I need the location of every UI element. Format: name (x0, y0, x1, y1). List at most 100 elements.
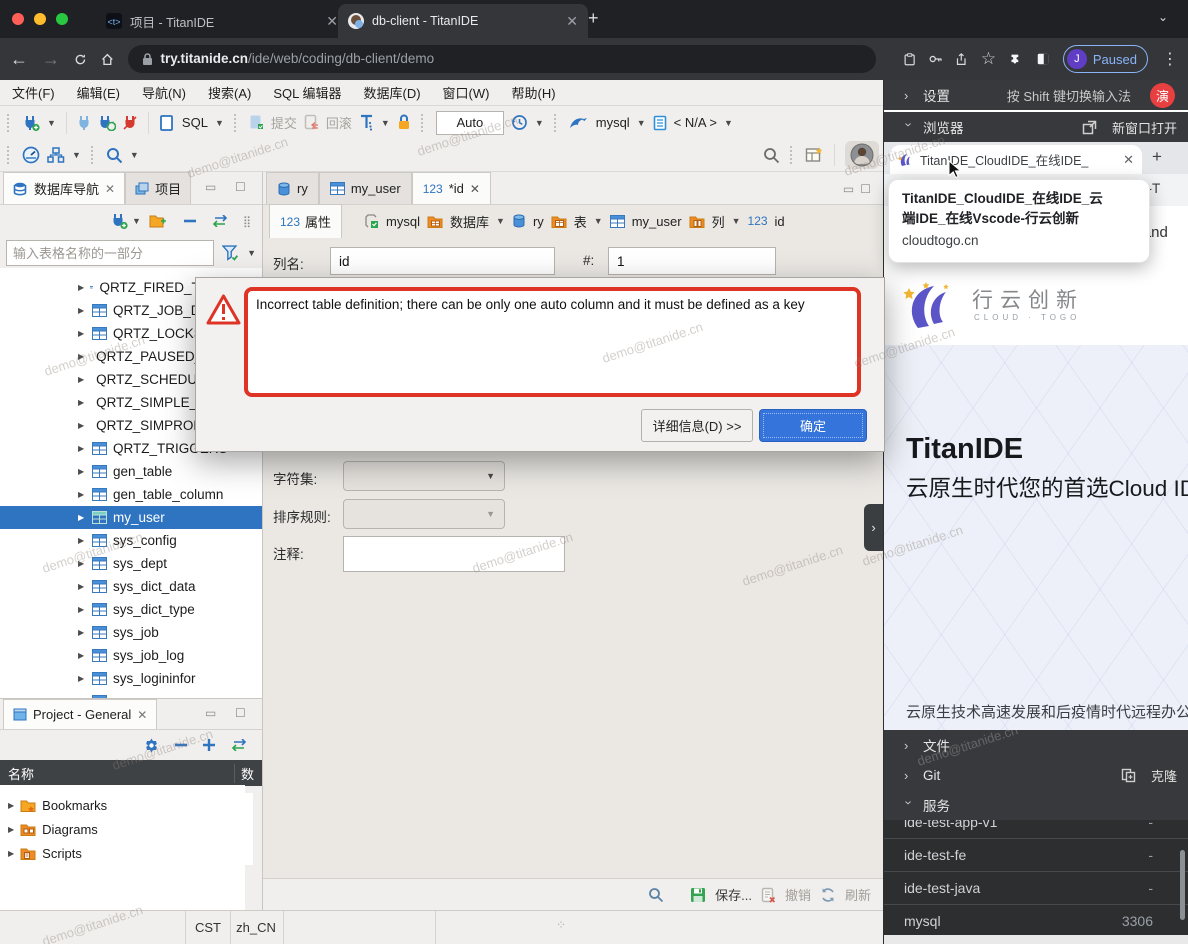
user-avatar-button[interactable] (845, 141, 879, 169)
breadcrumb-column[interactable]: id (775, 214, 785, 229)
view-menu-grip-icon[interactable]: ⣿ (243, 215, 252, 228)
tab-project-explorer[interactable]: 项目 (125, 172, 191, 204)
breadcrumb-database-label[interactable]: 数据库 (450, 212, 489, 231)
subtab-properties[interactable]: 123 属性 (269, 204, 342, 238)
menu-edit[interactable]: 编辑(E) (77, 83, 120, 102)
quick-search-icon[interactable] (763, 147, 780, 164)
expander-icon[interactable]: ▶ (8, 801, 14, 810)
menu-navigate[interactable]: 导航(N) (142, 83, 186, 102)
clipboard-icon[interactable] (904, 51, 915, 68)
git-clone-label[interactable]: 克隆 (1151, 766, 1177, 785)
password-key-icon[interactable] (929, 54, 943, 64)
new-tab-button[interactable]: + (588, 8, 599, 29)
expander-icon[interactable]: ▶ (78, 421, 84, 430)
expander-icon[interactable]: ▶ (78, 628, 86, 637)
transaction-dropdown-icon[interactable]: ▼ (381, 118, 390, 128)
table-row[interactable]: ▶sys_dict_type (0, 598, 262, 621)
tab-close-icon[interactable]: ✕ (470, 182, 480, 196)
sql-label[interactable]: SQL (182, 115, 208, 130)
expander-icon[interactable]: ▶ (8, 849, 14, 858)
database-dropdown-icon[interactable]: ▼ (637, 118, 646, 128)
inner-browser-tab[interactable]: TitanIDE_CloudIDE_在线IDE_ ✕ (890, 145, 1142, 174)
table-row[interactable]: ▶sys_logininfor (0, 667, 262, 690)
tab-close-icon[interactable]: ✕ (566, 14, 578, 28)
connect-icon[interactable] (77, 115, 91, 131)
ordinal-input[interactable]: 1 (608, 247, 776, 275)
minimize-panel-icon[interactable]: ▭ (205, 706, 216, 720)
collapsed-panel-handle[interactable]: › (864, 504, 883, 551)
breadcrumb-dropdown-icon[interactable]: ▼ (594, 216, 603, 226)
open-new-window-label[interactable]: 新窗口打开 (1112, 118, 1177, 137)
connection-dropdown-icon[interactable]: ▼ (132, 216, 141, 226)
expander-icon[interactable]: ▶ (78, 398, 84, 407)
services-section-header[interactable]: › 服务 (884, 790, 1188, 820)
expander-icon[interactable]: ▶ (78, 306, 86, 315)
reconnect-icon[interactable] (98, 115, 116, 131)
network-dropdown-icon[interactable]: ▼ (72, 150, 81, 160)
breadcrumb-database[interactable]: ry (533, 214, 544, 229)
expander-icon[interactable]: ▶ (78, 559, 86, 568)
table-row[interactable]: ▶sys_job (0, 621, 262, 644)
url-bar[interactable]: try.titanide.cn/ide/web/coding/db-client… (128, 45, 876, 73)
disconnect-icon[interactable] (123, 115, 138, 131)
project-item-bookmarks[interactable]: ▶Bookmarks (0, 793, 253, 817)
browser-menu-icon[interactable]: ⋮ (1162, 49, 1178, 69)
git-section-header[interactable]: › Git 克隆 (884, 760, 1188, 790)
filter-dropdown-icon[interactable]: ▼ (247, 248, 256, 258)
back-icon[interactable]: ← (10, 49, 28, 70)
search-tool-icon[interactable] (106, 147, 123, 164)
expander-icon[interactable]: ▶ (8, 825, 14, 834)
menu-database[interactable]: 数据库(D) (364, 83, 421, 102)
bookmark-star-icon[interactable]: ☆ (981, 49, 996, 69)
undo-button[interactable]: 撤销 (785, 885, 811, 904)
history-icon[interactable] (511, 114, 528, 131)
table-row[interactable]: ▶sys_dept (0, 552, 262, 575)
expander-icon[interactable]: ▶ (78, 582, 86, 591)
column-name-input[interactable]: id (330, 247, 555, 275)
tab-close-icon[interactable]: ✕ (105, 182, 115, 196)
menu-help[interactable]: 帮助(H) (511, 83, 555, 102)
menu-search[interactable]: 搜索(A) (208, 83, 251, 102)
files-section-header[interactable]: › 文件 (884, 730, 1188, 760)
breadcrumb-column-label[interactable]: 列 (712, 212, 725, 231)
tab-search-chevron-icon[interactable]: ⌄ (1158, 10, 1168, 24)
expander-icon[interactable]: ▶ (78, 329, 86, 338)
home-icon[interactable] (101, 51, 114, 68)
rollback-icon[interactable] (304, 114, 319, 131)
collapse-all-icon[interactable] (183, 217, 197, 225)
comment-input[interactable] (343, 536, 565, 572)
ok-button[interactable]: 确定 (759, 409, 867, 442)
toolbar-grip[interactable] (554, 114, 559, 132)
table-row[interactable]: ▶sys_config (0, 529, 262, 552)
schema-dropdown-icon[interactable]: ▼ (724, 118, 733, 128)
tab-close-icon[interactable]: ✕ (326, 14, 338, 28)
new-connection-icon[interactable] (110, 212, 128, 230)
breadcrumb-dropdown-icon[interactable]: ▼ (732, 216, 741, 226)
browser-tab-dbclient[interactable]: db-client - TitanIDE ✕ (338, 4, 588, 38)
window-minimize-button[interactable] (34, 13, 46, 25)
breadcrumb-table-label[interactable]: 表 (574, 212, 587, 231)
expander-icon[interactable]: ▶ (78, 513, 86, 522)
extensions-puzzle-icon[interactable] (1010, 51, 1023, 68)
maximize-panel-icon[interactable]: ☐ (235, 180, 246, 194)
transaction-mode-icon[interactable] (359, 114, 374, 131)
service-row[interactable]: mysql3306 (884, 904, 1188, 935)
collapse-all-icon[interactable] (174, 741, 188, 749)
expander-icon[interactable]: ▶ (78, 283, 84, 292)
collation-select[interactable]: ▼ (343, 499, 505, 529)
details-button[interactable]: 详细信息(D) >> (641, 409, 753, 442)
charset-select[interactable]: ▼ (343, 461, 505, 491)
table-filter-input[interactable] (6, 240, 214, 266)
scrollbar-thumb[interactable] (1180, 850, 1185, 920)
project-item-scripts[interactable]: ▶Scripts (0, 841, 253, 865)
settings-section-header[interactable]: › 设置 按 Shift 键切换输入法 演 (884, 80, 1188, 110)
expander-icon[interactable]: ▶ (78, 352, 84, 361)
active-database-label[interactable]: mysql (596, 115, 630, 130)
dashboard-gauge-icon[interactable] (22, 146, 40, 164)
table-row[interactable]: ▶gen_table (0, 460, 262, 483)
commit-label[interactable]: 提交 (271, 113, 297, 132)
service-row[interactable]: ide-test-java- (884, 871, 1188, 904)
link-with-editor-icon[interactable] (230, 739, 248, 751)
git-clone-icon[interactable] (1121, 768, 1136, 783)
refresh-button[interactable]: 刷新 (845, 885, 871, 904)
